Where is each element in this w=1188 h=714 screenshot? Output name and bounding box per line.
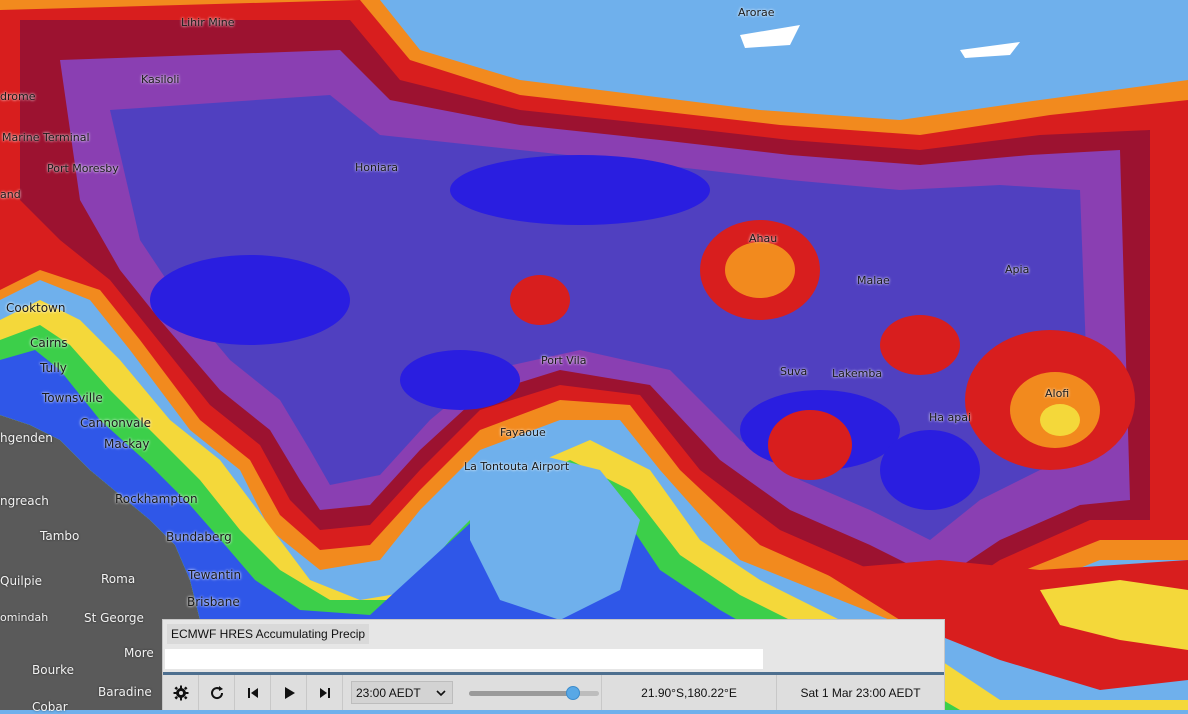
skip-forward-icon[interactable]	[307, 675, 343, 710]
chevron-down-icon	[436, 689, 446, 696]
place-la-tontouta-airport: La Tontouta Airport	[464, 460, 570, 473]
place-alofi: Alofi	[1045, 387, 1070, 400]
place-cannonvale: Cannonvale	[80, 416, 152, 430]
place-fayaoue: Fayaoue	[500, 426, 546, 439]
place-cooktown: Cooktown	[6, 301, 66, 315]
place-ha-apai: Ha apai	[929, 411, 972, 424]
playback-controls: 23:00 AEDT 21.90°S,180.22°E Sat 1 Mar 23…	[163, 675, 944, 710]
place-st-george: St George	[84, 611, 144, 625]
time-slider[interactable]	[469, 683, 599, 703]
place-more: More	[124, 646, 154, 660]
place-suva: Suva	[780, 365, 808, 378]
place-omindah: omindah	[0, 611, 49, 624]
place-arorae: Arorae	[738, 6, 775, 19]
layer-title: ECMWF HRES Accumulating Precip	[167, 624, 370, 644]
skip-back-icon[interactable]	[235, 675, 271, 710]
layer-control-panel: ECMWF HRES Accumulating Precip 23:00 AED…	[162, 619, 945, 710]
place-townsville: Townsville	[42, 391, 103, 405]
place-quilpie: Quilpie	[0, 574, 43, 588]
place-hgenden: hgenden	[0, 431, 53, 445]
place-cairns: Cairns	[30, 336, 68, 350]
place-drome: drome	[0, 90, 36, 103]
place-apia: Apia	[1005, 263, 1030, 276]
place-bourke: Bourke	[32, 663, 75, 677]
datetime-readout: Sat 1 Mar 23:00 AEDT	[800, 685, 921, 700]
place-rockhampton: Rockhampton	[115, 492, 198, 506]
place-malae: Malae	[857, 274, 890, 287]
place-baradine: Baradine	[98, 685, 152, 699]
gear-icon[interactable]	[163, 675, 199, 710]
time-select-value: 23:00 AEDT	[356, 685, 421, 700]
play-icon[interactable]	[271, 675, 307, 710]
precipitation-map[interactable]	[0, 0, 1188, 710]
place-lakemba: Lakemba	[832, 367, 883, 380]
place-tewantin: Tewantin	[188, 568, 242, 582]
place-kasiloli: Kasiloli	[141, 73, 180, 86]
place-bundaberg: Bundaberg	[166, 530, 232, 544]
time-select[interactable]: 23:00 AEDT	[351, 681, 453, 704]
refresh-icon[interactable]	[199, 675, 235, 710]
place-honiara: Honiara	[355, 161, 399, 174]
place-lihir-mine: Lihir Mine	[181, 16, 235, 29]
place-ahau: Ahau	[749, 232, 778, 245]
place-and: and	[0, 188, 21, 201]
layer-legend-bar	[165, 649, 763, 669]
slider-fill	[469, 690, 573, 696]
place-ngreach: ngreach	[0, 494, 49, 508]
place-cobar: Cobar	[32, 700, 68, 714]
place-mackay: Mackay	[104, 437, 150, 451]
place-brisbane: Brisbane	[187, 595, 240, 609]
place-tambo: Tambo	[40, 529, 80, 543]
slider-thumb[interactable]	[566, 685, 580, 700]
place-port-moresby: Port Moresby	[47, 162, 119, 175]
coordinates-readout: 21.90°S,180.22°E	[601, 675, 777, 710]
place-port-vila: Port Vila	[541, 354, 587, 367]
place-roma: Roma	[101, 572, 136, 586]
place-marine-terminal: Marine Terminal	[2, 131, 90, 144]
place-tully: Tully	[40, 361, 67, 375]
